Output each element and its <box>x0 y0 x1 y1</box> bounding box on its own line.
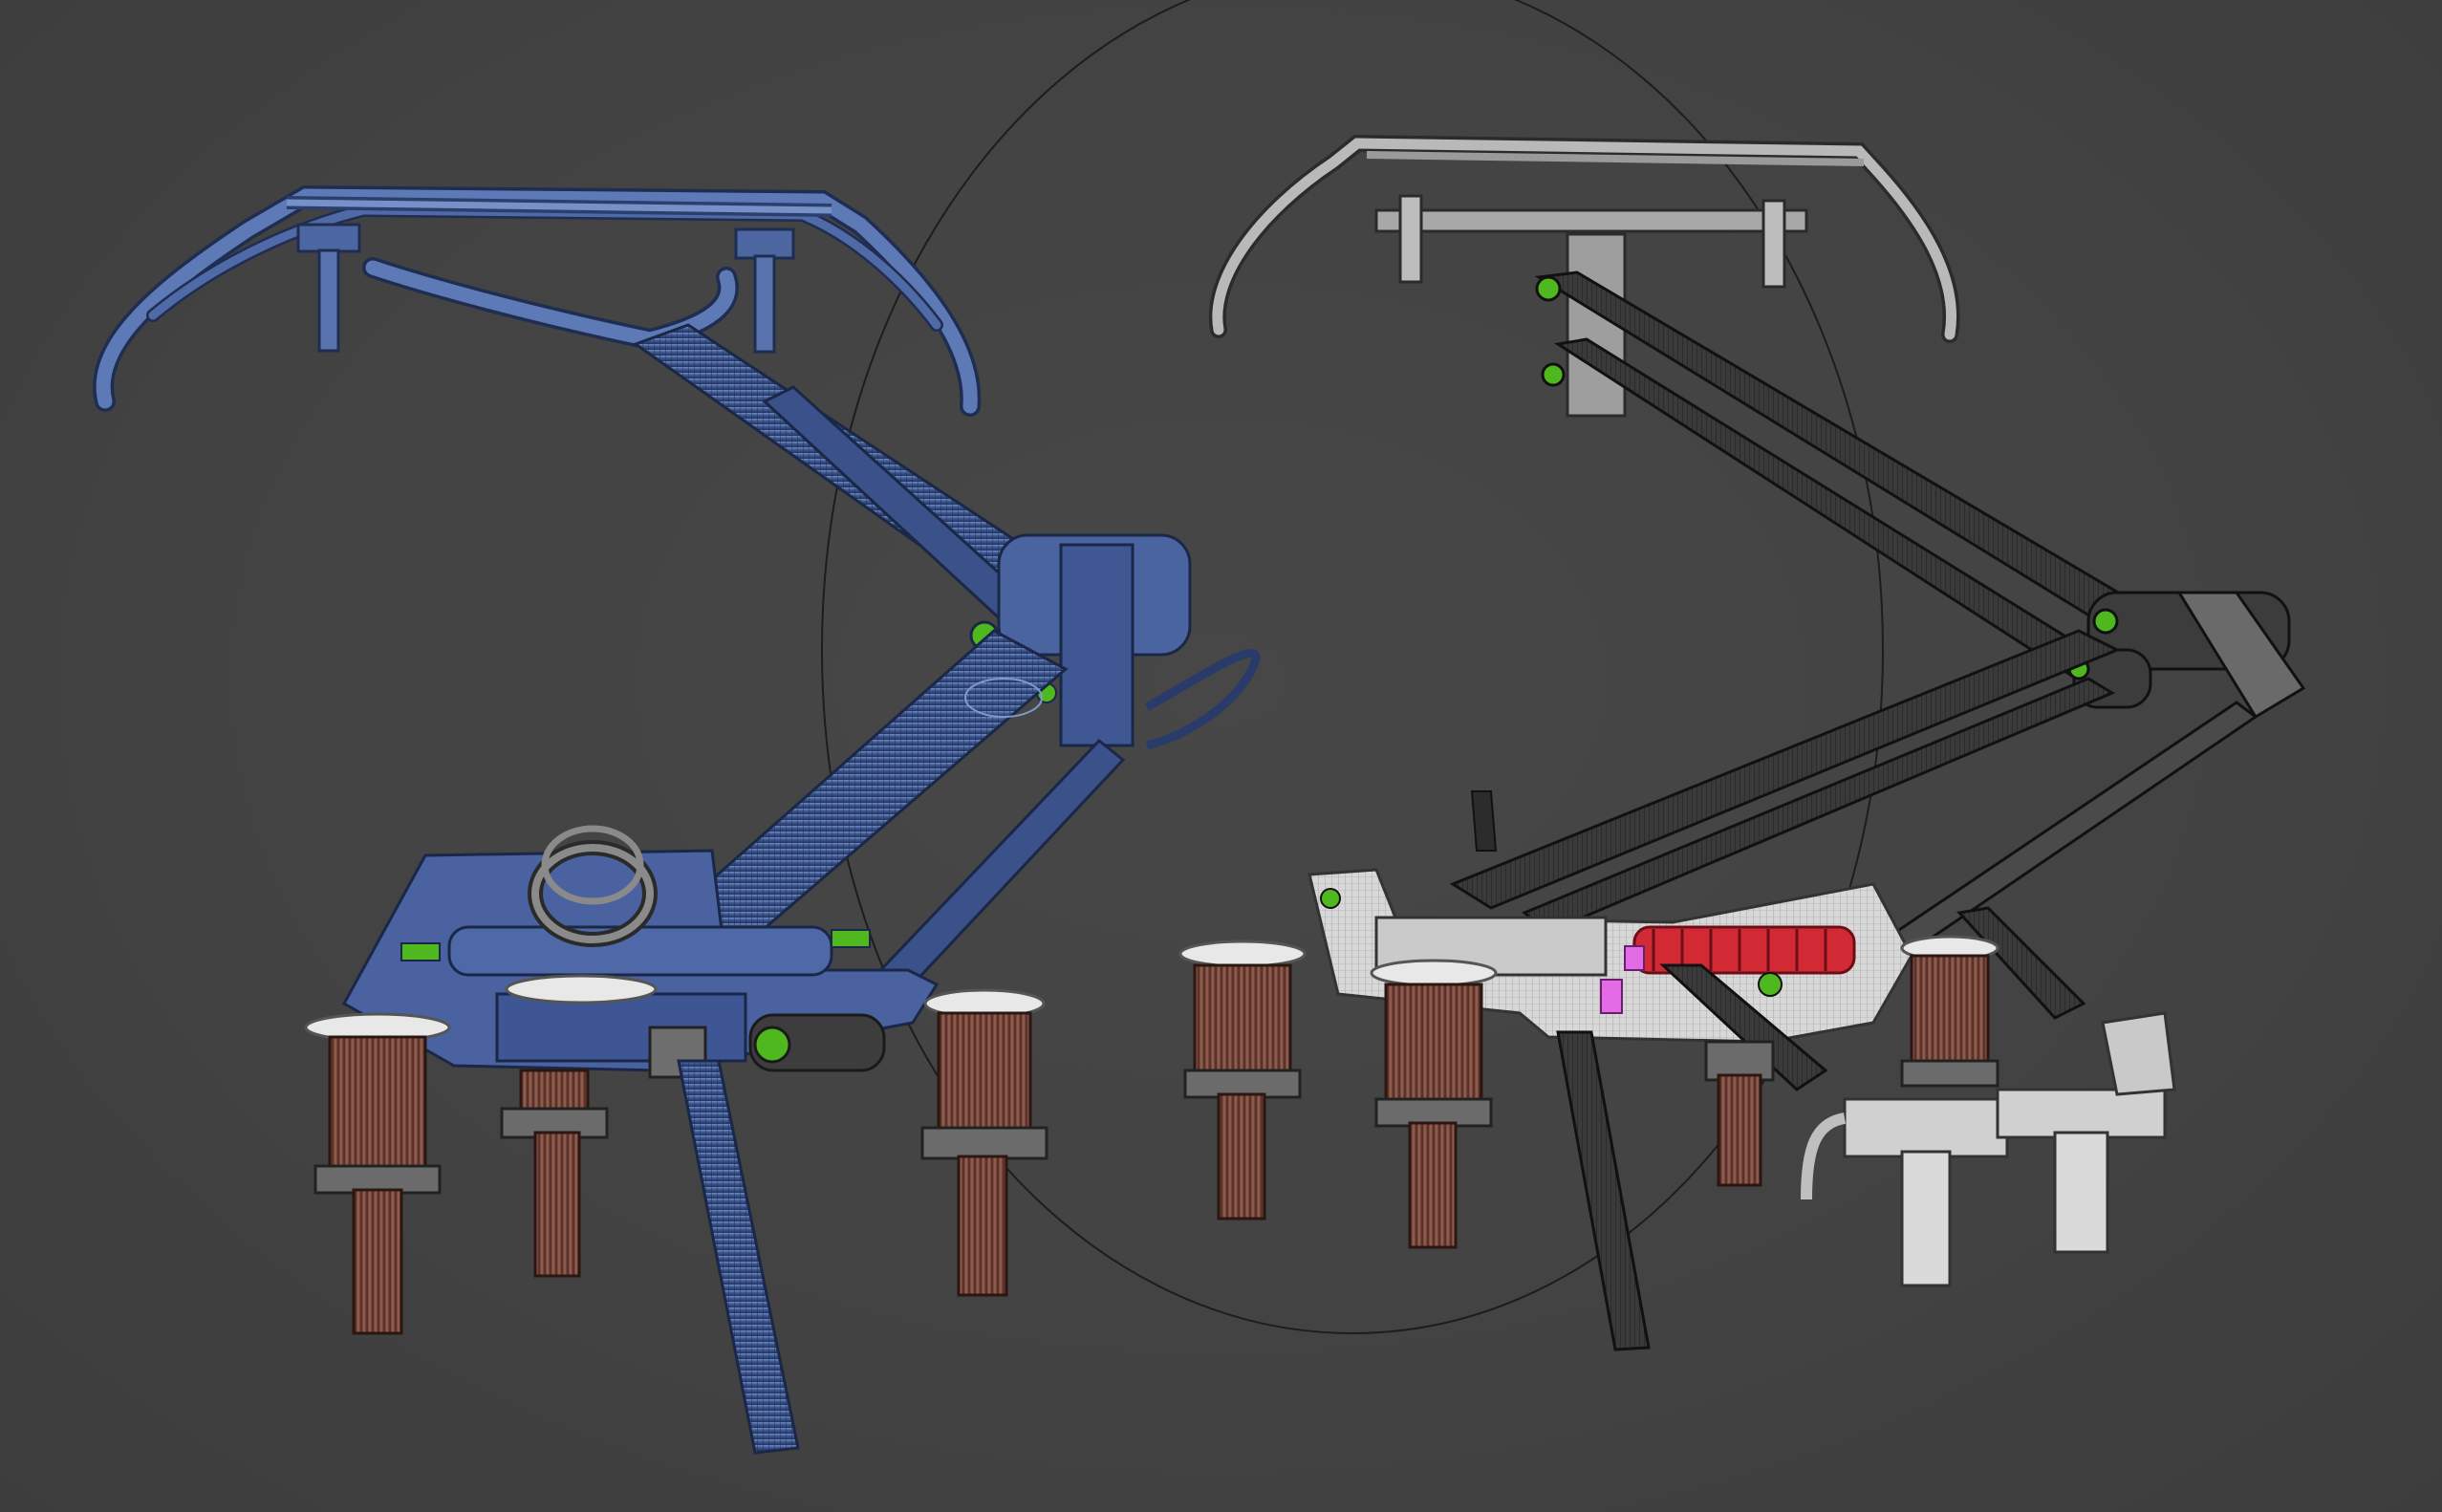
blue-insulator-1[interactable] <box>304 1012 451 1335</box>
blue-lower-arm[interactable] <box>666 629 1069 968</box>
blue-pan-head[interactable] <box>93 184 982 417</box>
pantograph-blue-model[interactable] <box>93 184 1261 1455</box>
viewport-canvas[interactable] <box>0 0 2442 1512</box>
gray-insulator-3[interactable] <box>1704 1040 1775 1187</box>
gray-hinge-bracket-2[interactable] <box>1996 1011 2176 1254</box>
blue-insulator-3[interactable] <box>920 988 1048 1297</box>
gray-insulator-4[interactable] <box>1900 935 1999 1088</box>
gray-leg[interactable] <box>1556 1030 1651 1351</box>
pantograph-gray-model[interactable] <box>1178 134 2306 1351</box>
blue-base-frame[interactable] <box>341 825 940 1079</box>
gray-insulator-1[interactable] <box>1178 940 1307 1220</box>
gray-hinge-bracket-1[interactable] <box>1801 1097 2009 1287</box>
blue-leg[interactable] <box>677 1059 800 1455</box>
gray-insulator-2[interactable] <box>1370 959 1498 1249</box>
gray-upper-arm[interactable] <box>1534 270 2153 685</box>
3d-viewport[interactable] <box>0 0 2442 1512</box>
